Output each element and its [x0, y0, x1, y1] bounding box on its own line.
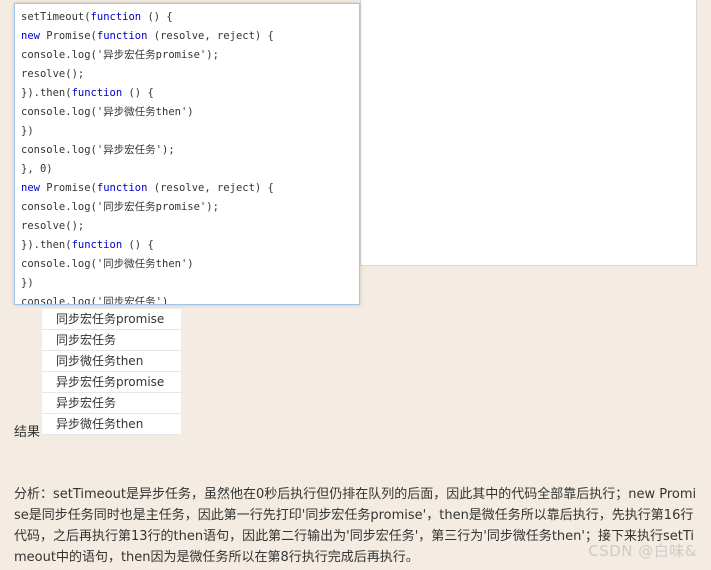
code-text: console.log('异步宏任务promise');: [21, 49, 219, 61]
result-row-6: 异步微任务then: [42, 414, 181, 435]
code-line: }).then(function () {: [21, 84, 359, 103]
code-line: console.log('同步宏任务'): [21, 293, 359, 305]
code-line: resolve();: [21, 65, 359, 84]
code-line: new Promise(function (resolve, reject) {: [21, 179, 359, 198]
code-text: }, 0): [21, 163, 53, 175]
code-keyword: function: [96, 30, 148, 42]
code-lines: setTimeout(function () {new Promise(func…: [21, 8, 359, 305]
code-keyword: function: [71, 239, 123, 251]
code-line: console.log('异步宏任务promise');: [21, 46, 359, 65]
code-text: () {: [122, 87, 154, 99]
code-text: console.log('同步宏任务'): [21, 296, 169, 305]
code-keyword: new: [21, 30, 40, 42]
code-text: () {: [122, 239, 154, 251]
code-text: }): [21, 277, 34, 289]
code-keyword: function: [90, 11, 142, 23]
code-text: console.log('异步微任务then'): [21, 106, 194, 118]
code-line: console.log('同步微任务then'): [21, 255, 359, 274]
code-line: }): [21, 122, 359, 141]
csdn-watermark: CSDN @白味&: [588, 542, 697, 560]
code-text: Promise(: [39, 30, 97, 42]
code-text: Promise(: [39, 182, 97, 194]
result-row-5: 异步宏任务: [42, 393, 181, 414]
code-text: }).then(: [21, 239, 72, 251]
code-text: resolve();: [21, 220, 85, 232]
code-keyword: function: [96, 182, 148, 194]
code-line: }): [21, 274, 359, 293]
code-keyword: function: [71, 87, 123, 99]
result-row-2: 同步宏任务: [42, 330, 181, 351]
code-block: setTimeout(function () {new Promise(func…: [14, 3, 360, 305]
results-list: 同步宏任务promise 同步宏任务 同步微任务then 异步宏任务promis…: [42, 309, 181, 435]
content-panel: [360, 0, 697, 266]
code-line: new Promise(function (resolve, reject) {: [21, 27, 359, 46]
code-line: }).then(function () {: [21, 236, 359, 255]
code-line: console.log('同步宏任务promise');: [21, 198, 359, 217]
code-text: setTimeout(: [21, 11, 91, 23]
result-row-4: 异步宏任务promise: [42, 372, 181, 393]
code-text: console.log('同步微任务then'): [21, 258, 194, 270]
result-row-1: 同步宏任务promise: [42, 309, 181, 330]
code-text: (resolve, reject) {: [147, 30, 274, 42]
code-line: }, 0): [21, 160, 359, 179]
code-text: (resolve, reject) {: [147, 182, 274, 194]
code-keyword: new: [21, 182, 40, 194]
code-line: console.log('异步宏任务');: [21, 141, 359, 160]
code-text: resolve();: [21, 68, 85, 80]
code-text: }).then(: [21, 87, 72, 99]
result-row-3: 同步微任务then: [42, 351, 181, 372]
code-text: () {: [141, 11, 173, 23]
code-text: console.log('同步宏任务promise');: [21, 201, 219, 213]
code-line: resolve();: [21, 217, 359, 236]
code-line: setTimeout(function () {: [21, 8, 359, 27]
code-text: console.log('异步宏任务');: [21, 144, 175, 156]
code-line: console.log('异步微任务then'): [21, 103, 359, 122]
code-text: }): [21, 125, 34, 137]
results-label: 结果: [14, 425, 41, 440]
